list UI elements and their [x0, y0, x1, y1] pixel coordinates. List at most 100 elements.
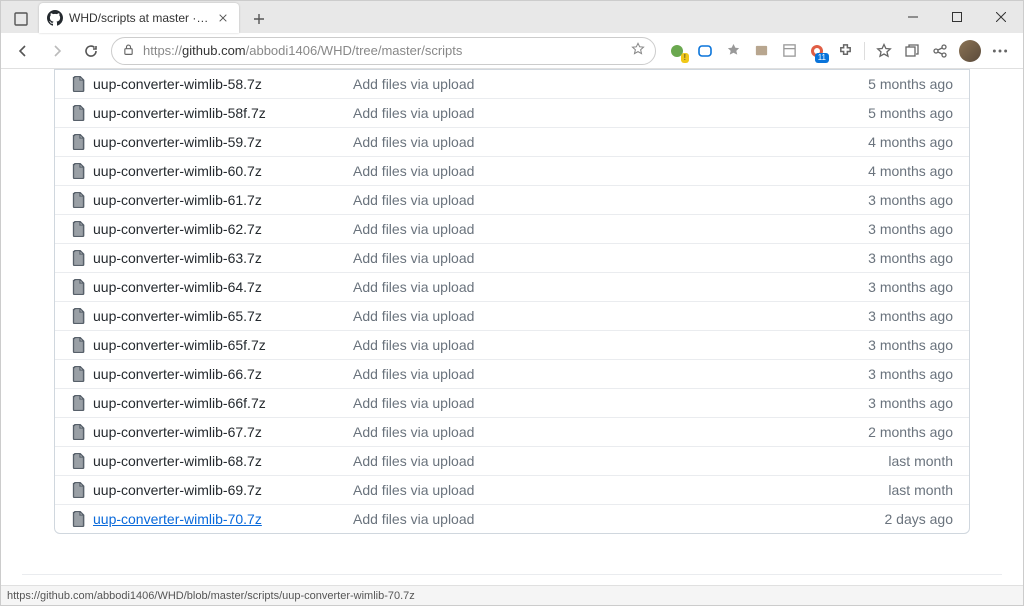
favorite-icon[interactable]	[631, 42, 645, 59]
file-age: last month	[888, 482, 953, 498]
file-age: 3 months ago	[868, 366, 953, 382]
file-row: uup-converter-wimlib-68.7z Add files via …	[55, 446, 969, 475]
file-icon	[71, 308, 93, 324]
file-age: 4 months ago	[868, 163, 953, 179]
reload-button[interactable]	[77, 37, 105, 65]
file-age: 3 months ago	[868, 395, 953, 411]
file-icon	[71, 134, 93, 150]
file-row: uup-converter-wimlib-64.7z Add files via …	[55, 272, 969, 301]
file-link[interactable]: uup-converter-wimlib-70.7z	[93, 511, 262, 527]
commit-message[interactable]: Add files via upload	[353, 76, 868, 92]
extension-icon[interactable]: 11	[808, 42, 826, 60]
commit-message[interactable]: Add files via upload	[353, 163, 868, 179]
file-link[interactable]: uup-converter-wimlib-58f.7z	[93, 105, 266, 121]
minimize-button[interactable]	[891, 1, 935, 33]
commit-message[interactable]: Add files via upload	[353, 250, 868, 266]
commit-message[interactable]: Add files via upload	[353, 453, 888, 469]
extension-icon[interactable]	[752, 42, 770, 60]
file-name: uup-converter-wimlib-61.7z	[93, 192, 353, 208]
file-age: 3 months ago	[868, 192, 953, 208]
browser-window: WHD/scripts at master · abbodi1 https://…	[0, 0, 1024, 606]
file-link[interactable]: uup-converter-wimlib-64.7z	[93, 279, 262, 295]
forward-button[interactable]	[43, 37, 71, 65]
file-link[interactable]: uup-converter-wimlib-62.7z	[93, 221, 262, 237]
file-icon	[71, 511, 93, 527]
extension-icons: ! 11	[662, 40, 1015, 62]
new-tab-button[interactable]	[245, 5, 273, 33]
maximize-button[interactable]	[935, 1, 979, 33]
file-name: uup-converter-wimlib-66f.7z	[93, 395, 353, 411]
file-icon	[71, 163, 93, 179]
file-row: uup-converter-wimlib-62.7z Add files via …	[55, 214, 969, 243]
commit-message[interactable]: Add files via upload	[353, 366, 868, 382]
file-age: 3 months ago	[868, 308, 953, 324]
file-list: uup-converter-wimlib-58.7z Add files via …	[54, 69, 970, 534]
file-link[interactable]: uup-converter-wimlib-59.7z	[93, 134, 262, 150]
commit-message[interactable]: Add files via upload	[353, 482, 888, 498]
statusbar-text: https://github.com/abbodi1406/WHD/blob/m…	[7, 590, 415, 602]
extensions-menu-icon[interactable]	[836, 42, 854, 60]
file-age: 3 months ago	[868, 279, 953, 295]
menu-button[interactable]	[991, 42, 1009, 60]
browser-tab[interactable]: WHD/scripts at master · abbodi1	[39, 3, 239, 33]
tab-actions-button[interactable]	[7, 5, 35, 33]
page-viewport[interactable]: uup-converter-wimlib-58.7z Add files via …	[1, 69, 1023, 585]
file-link[interactable]: uup-converter-wimlib-66f.7z	[93, 395, 266, 411]
commit-message[interactable]: Add files via upload	[353, 221, 868, 237]
file-row: uup-converter-wimlib-66f.7z Add files via…	[55, 388, 969, 417]
window-controls	[891, 1, 1023, 33]
file-link[interactable]: uup-converter-wimlib-65.7z	[93, 308, 262, 324]
file-icon	[71, 250, 93, 266]
commit-message[interactable]: Add files via upload	[353, 192, 868, 208]
commit-message[interactable]: Add files via upload	[353, 511, 885, 527]
collections-button[interactable]	[903, 42, 921, 60]
commit-message[interactable]: Add files via upload	[353, 134, 868, 150]
file-row: uup-converter-wimlib-63.7z Add files via …	[55, 243, 969, 272]
divider	[864, 42, 865, 60]
file-name: uup-converter-wimlib-62.7z	[93, 221, 353, 237]
file-age: 5 months ago	[868, 76, 953, 92]
file-icon	[71, 337, 93, 353]
back-button[interactable]	[9, 37, 37, 65]
file-age: 4 months ago	[868, 134, 953, 150]
file-age: last month	[888, 453, 953, 469]
extension-icon[interactable]: !	[668, 42, 686, 60]
file-link[interactable]: uup-converter-wimlib-65f.7z	[93, 337, 266, 353]
commit-message[interactable]: Add files via upload	[353, 105, 868, 121]
extension-badge: !	[681, 53, 689, 63]
close-window-button[interactable]	[979, 1, 1023, 33]
file-row: uup-converter-wimlib-70.7z Add files via …	[55, 504, 969, 533]
file-link[interactable]: uup-converter-wimlib-69.7z	[93, 482, 262, 498]
file-name: uup-converter-wimlib-65f.7z	[93, 337, 353, 353]
commit-message[interactable]: Add files via upload	[353, 279, 868, 295]
file-age: 5 months ago	[868, 105, 953, 121]
tab-close-button[interactable]	[215, 10, 231, 26]
github-favicon-icon	[47, 10, 63, 26]
address-bar[interactable]: https://github.com/abbodi1406/WHD/tree/m…	[111, 37, 656, 65]
file-link[interactable]: uup-converter-wimlib-67.7z	[93, 424, 262, 440]
commit-message[interactable]: Add files via upload	[353, 337, 868, 353]
file-link[interactable]: uup-converter-wimlib-66.7z	[93, 366, 262, 382]
file-age: 3 months ago	[868, 221, 953, 237]
commit-message[interactable]: Add files via upload	[353, 308, 868, 324]
browser-toolbar: https://github.com/abbodi1406/WHD/tree/m…	[1, 33, 1023, 69]
file-link[interactable]: uup-converter-wimlib-68.7z	[93, 453, 262, 469]
file-icon	[71, 482, 93, 498]
file-link[interactable]: uup-converter-wimlib-60.7z	[93, 163, 262, 179]
extension-icon[interactable]	[696, 42, 714, 60]
file-name: uup-converter-wimlib-69.7z	[93, 482, 353, 498]
file-row: uup-converter-wimlib-66.7z Add files via …	[55, 359, 969, 388]
extension-icon[interactable]	[780, 42, 798, 60]
footer: © 2021 GitHub, Inc. TermsPrivacySecurity…	[22, 575, 1002, 585]
share-button[interactable]	[931, 42, 949, 60]
profile-avatar[interactable]	[959, 40, 981, 62]
file-name: uup-converter-wimlib-67.7z	[93, 424, 353, 440]
file-row: uup-converter-wimlib-65f.7z Add files via…	[55, 330, 969, 359]
commit-message[interactable]: Add files via upload	[353, 395, 868, 411]
favorites-button[interactable]	[875, 42, 893, 60]
commit-message[interactable]: Add files via upload	[353, 424, 868, 440]
file-link[interactable]: uup-converter-wimlib-58.7z	[93, 76, 262, 92]
file-link[interactable]: uup-converter-wimlib-61.7z	[93, 192, 262, 208]
extension-icon[interactable]	[724, 42, 742, 60]
file-link[interactable]: uup-converter-wimlib-63.7z	[93, 250, 262, 266]
